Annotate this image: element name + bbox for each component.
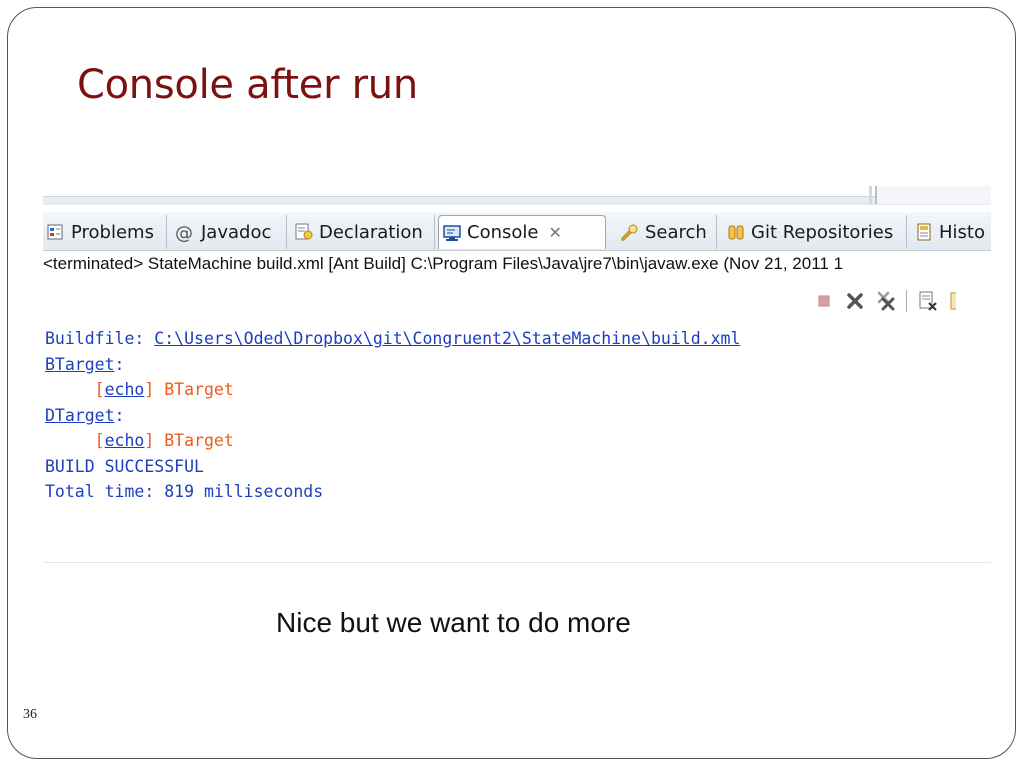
remove-all-terminated-icon[interactable]	[875, 290, 897, 312]
view-tab-bar: Problems @ Javadoc Declaration Console ✕…	[43, 212, 991, 251]
build-result: BUILD SUCCESSFUL	[45, 456, 204, 476]
tab-label: Console	[467, 222, 539, 243]
console-icon	[443, 224, 461, 242]
task-bracket-open: [	[94, 380, 105, 399]
tab-label: Javadoc	[201, 221, 272, 243]
buildfile-label: Buildfile:	[45, 329, 155, 348]
tab-history[interactable]: Histo	[911, 215, 991, 249]
editor-area-edge	[43, 186, 991, 212]
tab-console[interactable]: Console ✕	[438, 215, 606, 249]
git-repositories-icon	[727, 223, 745, 241]
tab-declaration[interactable]: Declaration	[291, 215, 435, 249]
target-name-link[interactable]: BTarget	[45, 355, 115, 374]
at-icon: @	[175, 223, 193, 244]
page-number: 36	[23, 707, 37, 722]
total-time: Total time: 819 milliseconds	[45, 482, 324, 501]
scroll-lock-icon[interactable]	[948, 290, 956, 312]
problems-icon	[47, 223, 65, 241]
console-toolbar	[813, 288, 965, 314]
target-colon: :	[114, 354, 125, 374]
tab-label: Git Repositories	[751, 221, 894, 243]
terminate-icon[interactable]	[813, 290, 835, 312]
tab-label: Histo	[939, 221, 985, 243]
tab-search[interactable]: Search	[617, 215, 717, 249]
echo-output: BTarget	[154, 431, 234, 450]
declaration-icon	[295, 223, 313, 241]
echo-task-link[interactable]: echo	[105, 431, 145, 450]
tab-problems[interactable]: Problems	[43, 215, 167, 249]
console-status-line: <terminated> StateMachine build.xml [Ant…	[43, 254, 844, 273]
toolbar-divider	[906, 290, 907, 312]
task-bracket-close: ]	[144, 431, 155, 450]
target-name-link[interactable]: DTarget	[45, 406, 115, 425]
history-icon	[915, 223, 933, 241]
remove-launch-icon[interactable]	[844, 290, 866, 312]
echo-task-link[interactable]: echo	[105, 380, 145, 399]
slide-caption: Nice but we want to do more	[276, 607, 631, 638]
console-bottom-divider	[43, 562, 991, 563]
search-flashlight-icon	[621, 223, 639, 241]
target-colon: :	[114, 405, 125, 425]
tab-label: Search	[645, 221, 707, 243]
buildfile-path-link[interactable]: C:\Users\Oded\Dropbox\git\Congruent2\Sta…	[154, 329, 740, 348]
echo-output: BTarget	[154, 380, 234, 399]
slide-title: Console after run	[77, 62, 418, 108]
tab-javadoc[interactable]: @ Javadoc	[171, 215, 287, 249]
task-bracket-open: [	[94, 431, 105, 450]
tab-label: Problems	[71, 221, 154, 243]
close-icon[interactable]: ✕	[548, 223, 561, 242]
clear-console-icon[interactable]	[917, 290, 939, 312]
tab-git-repositories[interactable]: Git Repositories	[723, 215, 907, 249]
task-bracket-close: ]	[144, 380, 155, 399]
console-output: Buildfile: C:\Users\Oded\Dropbox\git\Con…	[45, 326, 740, 505]
eclipse-console-screenshot: Problems @ Javadoc Declaration Console ✕…	[43, 186, 991, 566]
tab-label: Declaration	[319, 221, 423, 243]
